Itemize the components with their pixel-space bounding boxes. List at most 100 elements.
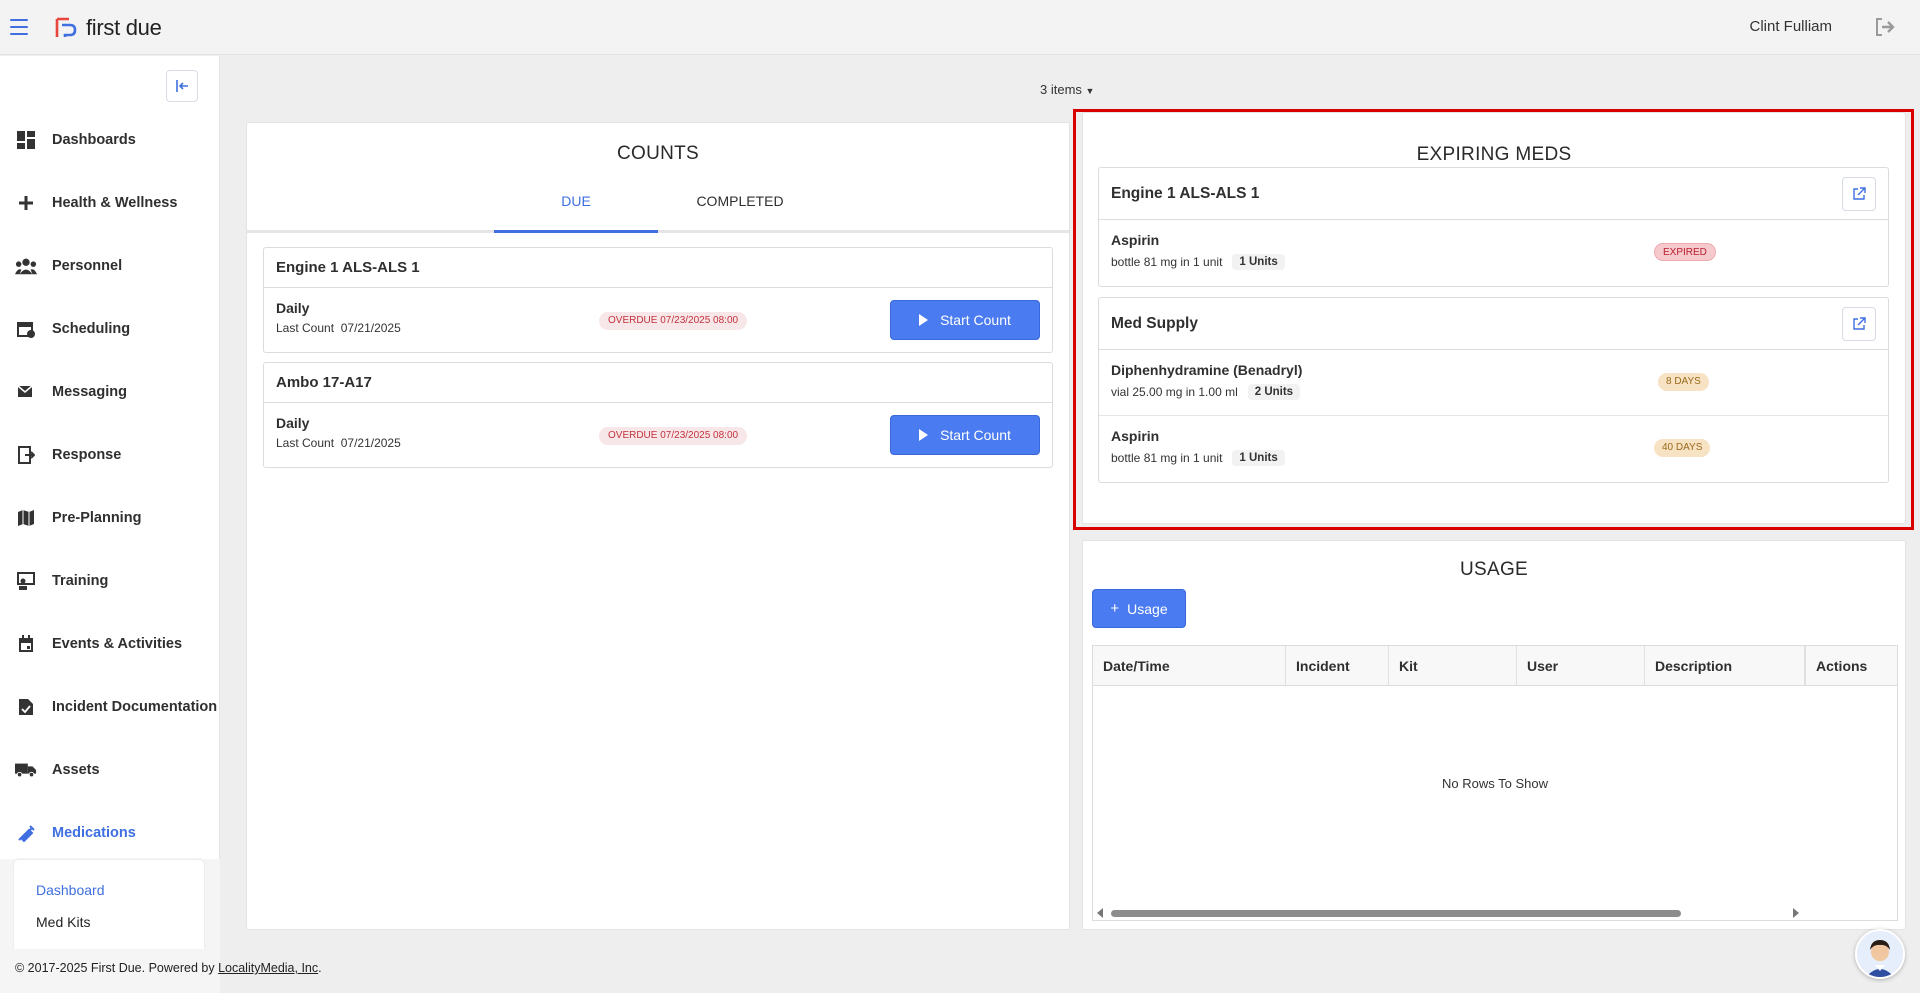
sidebar-item-label: Events & Activities [52,635,183,652]
med-group-name: Med Supply [1111,315,1198,332]
open-kit-button[interactable] [1842,177,1876,211]
last-count-label: Last Count [276,321,335,335]
med-name: Aspirin [1111,428,1160,444]
external-link-icon [1853,187,1866,200]
sidebar-item-label: Response [52,446,122,463]
column-header-incident[interactable]: Incident [1286,646,1389,686]
last-count-date: 07/21/2025 [340,321,401,335]
med-group-name: Engine 1 ALS-ALS 1 [1111,185,1260,202]
copyright-text: © 2017-2025 First Due. Powered by [15,961,219,975]
sidebar-item-incident-documentation[interactable]: Incident Documentation [0,675,220,738]
column-header-user[interactable]: User [1517,646,1645,686]
sidebar-item-messaging[interactable]: Messaging [0,360,220,423]
expiring-meds-title: EXPIRING MEDS [1416,144,1572,165]
logo-text: first due [86,15,162,40]
units-chip: 1 Units [1232,450,1285,466]
logout-icon[interactable] [1874,17,1896,37]
horizontal-scrollbar[interactable] [1093,904,1803,920]
sidebar-item-medications[interactable]: Medications [0,801,220,864]
subnav-item-dashboard[interactable]: Dashboard [14,874,204,906]
expired-badge: EXPIRED [1654,243,1716,261]
units-chip: 1 Units [1232,254,1285,270]
user-name[interactable]: Clint Fulliam [1749,18,1832,35]
counts-title: COUNTS [616,143,700,164]
sidebar-item-label: Personnel [52,257,123,274]
kit-name: Ambo 17-A17 [264,363,1052,403]
column-header-actions[interactable]: Actions [1805,646,1897,686]
footer-suffix: . [318,961,322,975]
people-icon [15,255,37,277]
scrollbar-thumb[interactable] [1111,910,1681,917]
med-name: Diphenhydramine (Benadryl) [1111,362,1303,378]
collapse-sidebar-button[interactable] [166,70,198,102]
add-usage-label: Usage [1127,600,1168,617]
plus-icon: + [1110,600,1120,617]
usage-table-header: Date/Time Incident Kit User Description … [1093,646,1897,686]
avatar-icon [1857,931,1903,977]
map-icon [15,507,37,529]
sidebar-item-assets[interactable]: Assets [0,738,220,801]
tab-completed[interactable]: COMPLETED [658,181,822,233]
logo[interactable]: first due [55,15,162,40]
sidebar-item-label: Assets [52,761,100,778]
med-detail: bottle 81 mg in 1 unit 1 Units [1111,254,1876,270]
tab-due[interactable]: DUE [494,181,658,233]
med-detail: bottle 81 mg in 1 unit 1 Units [1111,450,1876,466]
column-header-date-time[interactable]: Date/Time [1093,646,1286,686]
caret-down-icon: ▼ [1085,86,1095,96]
calendar-icon [15,633,37,655]
sidebar-item-dashboards[interactable]: Dashboards [0,108,220,171]
sidebar-item-events-activities[interactable]: Events & Activities [0,612,220,675]
start-count-button[interactable]: Start Count [890,415,1040,455]
sidebar: Dashboards Health & Wellness Personnel S… [0,56,220,993]
sidebar-item-training[interactable]: Training [0,549,220,612]
support-chat-avatar[interactable] [1855,929,1905,979]
medications-subnav: Dashboard Med Kits [13,859,205,949]
start-count-label: Start Count [940,427,1011,443]
sidebar-item-personnel[interactable]: Personnel [0,234,220,297]
kit-name: Engine 1 ALS-ALS 1 [264,248,1052,288]
items-count-label: 3 items [1040,82,1082,97]
count-kit: Ambo 17-A17 Daily Last Count 07/21/2025 … [263,362,1053,468]
sidebar-item-label: Pre-Planning [52,509,142,526]
training-icon [15,570,37,592]
sidebar-item-response[interactable]: Response [0,423,220,486]
sidebar-item-label: Scheduling [52,320,131,337]
med-detail-text: bottle 81 mg in 1 unit [1111,451,1223,465]
subnav-item-med-kits[interactable]: Med Kits [14,906,204,938]
plus-icon [15,192,37,214]
start-count-label: Start Count [940,312,1011,328]
med-detail: vial 25.00 mg in 1.00 ml 2 Units [1111,384,1876,400]
sidebar-item-pre-planning[interactable]: Pre-Planning [0,486,220,549]
truck-icon [15,759,37,781]
open-kit-button[interactable] [1842,307,1876,341]
overdue-badge: OVERDUE 07/23/2025 08:00 [599,427,748,445]
expiring-meds-card: EXPIRING MEDS Engine 1 ALS-ALS 1 Aspirin… [1082,112,1906,524]
top-bar: first due Clint Fulliam [0,0,1920,55]
days-until-expiry-badge: 8 DAYS [1658,373,1709,391]
sidebar-item-health-wellness[interactable]: Health & Wellness [0,171,220,234]
med-group: Engine 1 ALS-ALS 1 Aspirin bottle 81 mg … [1098,167,1889,287]
last-count-date: 07/21/2025 [340,436,401,450]
localitymedia-link[interactable]: LocalityMedia, Inc [218,961,318,975]
sidebar-item-scheduling[interactable]: Scheduling [0,297,220,360]
external-link-icon [1853,317,1866,330]
column-header-kit[interactable]: Kit [1389,646,1517,686]
footer: © 2017-2025 First Due. Powered by Locali… [15,961,322,975]
hamburger-menu-icon[interactable] [10,19,28,35]
add-usage-button[interactable]: + Usage [1092,589,1186,628]
med-group: Med Supply Diphenhydramine (Benadryl) vi… [1098,297,1889,483]
scroll-left-icon[interactable] [1097,908,1103,918]
no-rows-message: No Rows To Show [1442,776,1548,791]
sidebar-item-label: Dashboards [52,131,136,148]
column-header-description[interactable]: Description [1645,646,1805,686]
response-icon [15,444,37,466]
count-row: Daily Last Count 07/21/2025 OVERDUE 07/2… [264,403,1052,467]
scroll-right-icon[interactable] [1793,908,1799,918]
sidebar-nav: Dashboards Health & Wellness Personnel S… [0,108,220,864]
start-count-button[interactable]: Start Count [890,300,1040,340]
counts-card: COUNTS DUE COMPLETED Engine 1 ALS-ALS 1 … [246,122,1070,930]
sidebar-item-label: Training [52,572,109,589]
document-icon [15,696,37,718]
items-count-dropdown[interactable]: 3 items ▼ [1040,82,1094,97]
